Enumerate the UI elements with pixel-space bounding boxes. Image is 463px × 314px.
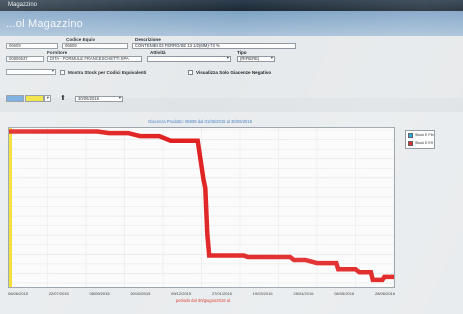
x-tick-label: 22/07/2015 (48, 291, 69, 296)
window-title: Magazzino (8, 2, 38, 8)
supplier-name-field[interactable]: DITA - FORMULE FRANCESCHETTI SPA (47, 56, 142, 62)
application-window: Magazzino ...ol Magazzino Codice Equiv D… (0, 0, 463, 314)
activity-select[interactable] (147, 56, 231, 62)
x-tick-label: 28/06/2016 (374, 291, 396, 296)
legend-swatch-blue (408, 133, 413, 138)
negative-stock-checkbox[interactable] (188, 70, 193, 75)
supplier-code-field[interactable]: 00806537 (6, 56, 44, 62)
x-tick-label: 08/05/2016 (334, 291, 355, 296)
period-start-marker (9, 128, 12, 287)
x-tick-label: 06/06/2015 (7, 291, 29, 296)
legend-item-stock-pib: Stock E Pib (408, 133, 435, 139)
equiv-code-field[interactable]: 06609 (62, 43, 128, 49)
equivalent-codes-label: Mostra Stock per Codici Equivalenti (68, 70, 147, 75)
color-swatch-yellow[interactable] (25, 95, 44, 102)
chart-title: Giacenza Prodotto: 06609 dal 01/06/2015 … (147, 119, 253, 124)
x-tick-label: 09/12/2015 (171, 291, 192, 296)
legend-item-stock-eff: Stock E Eff (408, 141, 435, 147)
legend-label: Stock E Pib (415, 133, 434, 137)
type-select[interactable]: (RIFIERE) (237, 56, 275, 62)
date-select[interactable]: 30/06/2016 (75, 96, 123, 102)
color-swatch-blue[interactable] (6, 95, 24, 102)
x-tick-label: 27/01/2016 (211, 291, 232, 296)
equivalent-codes-checkbox[interactable] (60, 70, 65, 75)
description-field[interactable]: CONTENIBI 03 FERRO/SE 13 1/2(MM)-73 % (132, 43, 296, 49)
color-dropdown[interactable] (44, 95, 51, 102)
legend-swatch-red (408, 141, 413, 146)
negative-stock-label: Visualizza Solo Giacenze Negativo (196, 70, 272, 75)
x-tick-label: 05/09/2015 (89, 291, 110, 296)
product-code-field[interactable]: 06609 (6, 43, 58, 49)
x-tick-label: 19/03/2016 (252, 291, 273, 296)
plot-area (8, 127, 395, 288)
x-tick-label: 28/04/2016 (293, 291, 314, 296)
x-axis-label: periodo dal 30/giugno2016 al (175, 298, 231, 303)
page-header: ...ol Magazzino (0, 11, 463, 36)
legend-label: Stock E Eff (415, 141, 433, 145)
warehouse-select[interactable] (6, 69, 56, 75)
x-tick-label: 20/10/2015 (130, 291, 151, 296)
page-title: ...ol Magazzino (6, 18, 83, 30)
window-titlebar: Magazzino (0, 0, 463, 11)
stock-line-chart (8, 128, 395, 287)
chart-legend: Stock E Pib Stock E Eff (405, 130, 435, 149)
arrow-up-icon[interactable]: ⬆ (60, 95, 66, 102)
